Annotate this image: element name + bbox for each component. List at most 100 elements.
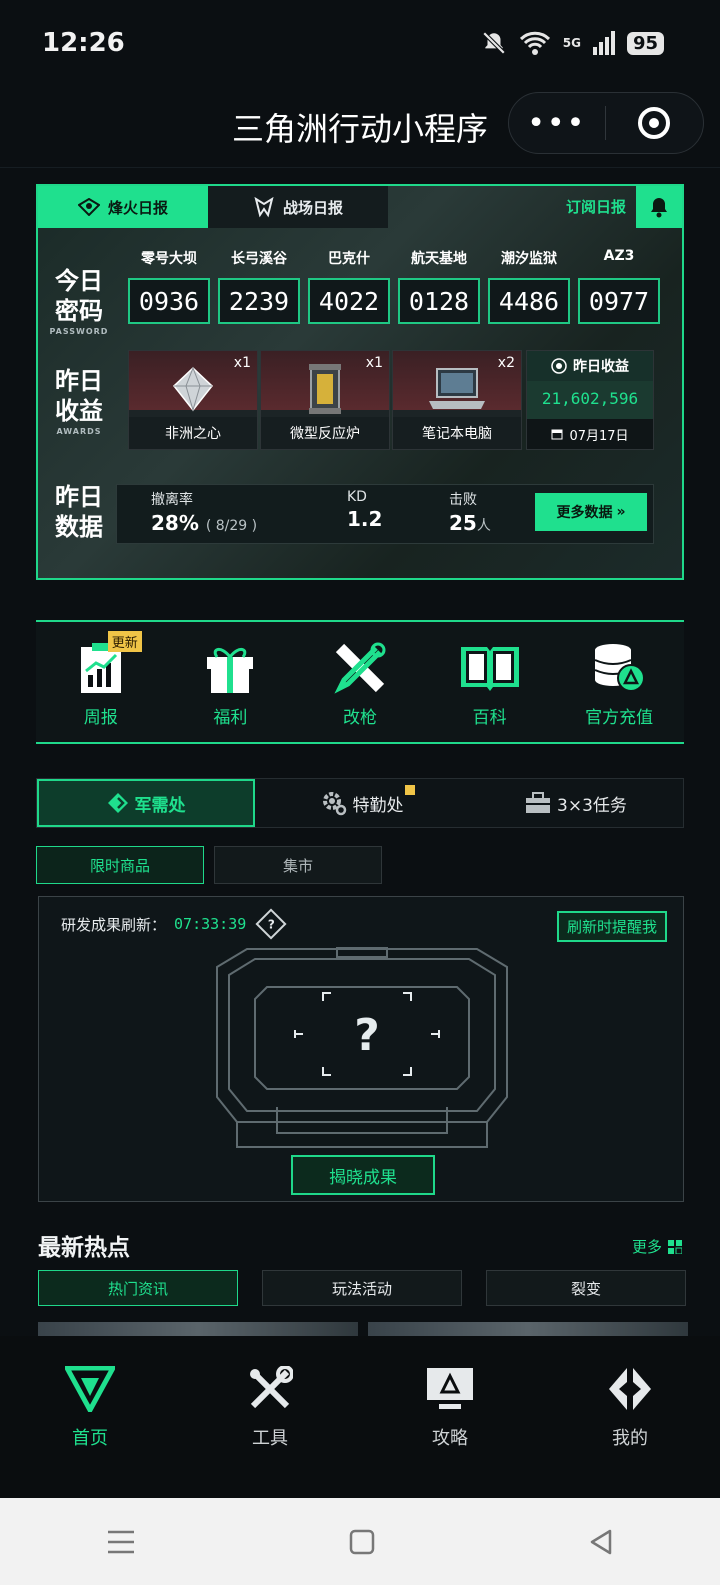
nav-home[interactable]: 首页 <box>0 1336 180 1498</box>
tab-market[interactable]: 集市 <box>214 846 382 884</box>
map-name: AZ3 <box>603 248 635 264</box>
grid-icon <box>668 1239 682 1254</box>
tab-hot-news[interactable]: 热门资讯 <box>38 1270 238 1306</box>
tab-quartermaster[interactable]: 军需处 <box>37 779 255 827</box>
tab-battlefield-report-label: 战场日报 <box>282 198 343 217</box>
quick-gun-mod[interactable]: 改枪 <box>305 637 415 728</box>
bell-button[interactable] <box>636 186 682 228</box>
monitor-icon <box>427 1368 473 1409</box>
extract-rate-value: 28% <box>151 511 199 535</box>
nav-tools[interactable]: 工具 <box>180 1336 360 1498</box>
tab-3x3-mission-label: 3×3任务 <box>557 795 627 816</box>
tab-3x3-mission[interactable]: 3×3任务 <box>469 779 683 827</box>
target-icon <box>638 107 671 139</box>
quick-menu: 周报 更新 福利 改枪 百科 官方充值 <box>36 620 684 744</box>
map-code: 0128 <box>398 278 480 324</box>
quick-wiki[interactable]: 百科 <box>435 637 545 728</box>
calendar-icon <box>551 429 563 440</box>
svg-text:?: ? <box>354 1010 380 1061</box>
remind-me-button[interactable]: 刷新时提醒我 <box>556 911 667 942</box>
research-refresh-label: 研发成果刷新： <box>61 915 167 934</box>
status-icons: 5G 95 <box>481 30 664 56</box>
more-button[interactable]: ••• <box>509 106 605 141</box>
status-bar: 12:26 5G 95 <box>0 0 720 88</box>
update-badge: 更新 <box>107 630 142 652</box>
kill-unit: 人 <box>476 518 491 534</box>
hot-more-label: 更多 <box>631 1238 662 1256</box>
notification-dot <box>405 785 415 795</box>
home-square-icon[interactable] <box>349 1529 375 1555</box>
tab-fire-report-label: 烽火日报 <box>107 198 168 217</box>
password-title-1: 今日 <box>55 267 103 295</box>
map-name: 巴克什 <box>328 251 370 267</box>
close-button[interactable] <box>606 107 704 139</box>
help-icon[interactable]: ? <box>255 908 287 940</box>
reveal-result-button[interactable]: 揭晓成果 <box>291 1155 435 1195</box>
subscribe-report-link[interactable]: 订阅日报 <box>566 196 626 217</box>
map-code: 0977 <box>578 278 660 324</box>
quick-welfare[interactable]: 福利 <box>175 637 285 728</box>
quick-gun-mod-label: 改枪 <box>342 707 377 728</box>
tab-fission[interactable]: 裂变 <box>486 1270 686 1306</box>
tab-special-ops-label: 特勤处 <box>352 795 404 816</box>
income-date: 07月17日 <box>569 428 629 444</box>
bell-icon <box>651 198 667 218</box>
quick-weekly-report[interactable]: 周报 更新 <box>46 630 156 728</box>
kill-label: 击败 <box>449 492 477 508</box>
income-date-row: 07月17日 <box>527 419 653 449</box>
yesterday-stats: 撤离率 28% ( 8/29 ) KD 1.2 击败 25人 更多数据 » <box>116 484 654 544</box>
laptop-icon <box>393 361 521 417</box>
research-panel: 研发成果刷新： 07:33:39 ? 刷新时提醒我 ? 揭晓成果 <box>38 896 684 1202</box>
system-navigation-bar <box>0 1498 720 1585</box>
award-name: 笔记本电脑 <box>393 417 521 449</box>
map-code-item[interactable]: 巴克什 4022 <box>308 248 390 324</box>
map-code-item[interactable]: 航天基地 0128 <box>398 248 480 324</box>
capsule-menu: ••• <box>508 92 704 154</box>
map-code: 4022 <box>308 278 390 324</box>
map-code: 0936 <box>128 278 210 324</box>
back-icon[interactable] <box>588 1529 614 1555</box>
map-name: 零号大坝 <box>141 251 197 267</box>
map-code-item[interactable]: 潮汐监狱 4486 <box>488 248 570 324</box>
data-title-1: 昨日 <box>55 483 103 511</box>
extract-rate-label: 撤离率 <box>151 492 193 508</box>
wifi-icon <box>519 31 550 55</box>
kill-value: 25 <box>449 511 477 535</box>
awards-sub: AWARDS <box>56 427 102 436</box>
tab-special-ops[interactable]: 特勤处 <box>255 779 469 827</box>
award-name: 非洲之心 <box>129 417 257 449</box>
map-code-item[interactable]: 长弓溪谷 2239 <box>218 248 300 324</box>
kd-stat: KD 1.2 <box>347 489 382 531</box>
password-title-2: 密码 <box>55 297 103 325</box>
map-name: 长弓溪谷 <box>231 251 287 267</box>
gear-icon <box>322 792 346 816</box>
battlefield-icon <box>254 196 274 218</box>
awards-section-label: 昨日 收益 AWARDS <box>48 366 110 438</box>
map-code: 4486 <box>488 278 570 324</box>
tab-limited-goods[interactable]: 限时商品 <box>36 846 204 884</box>
nav-guides[interactable]: 攻略 <box>360 1336 540 1498</box>
hot-more-link[interactable]: 更多 <box>632 1236 682 1257</box>
market-sub-tabs: 限时商品 集市 <box>36 846 382 884</box>
kd-label: KD <box>347 489 367 505</box>
home-logo-icon <box>62 1365 118 1416</box>
battery-indicator: 95 <box>626 31 664 55</box>
menu-icon[interactable] <box>106 1529 136 1555</box>
tab-gameplay-events[interactable]: 玩法活动 <box>262 1270 462 1306</box>
award-item[interactable]: x1 非洲之心 <box>128 350 258 450</box>
quick-official-topup[interactable]: 官方充值 <box>564 637 674 728</box>
nav-profile[interactable]: 我的 <box>540 1336 720 1498</box>
extract-rate-detail: ( 8/29 ) <box>205 518 258 534</box>
gift-icon <box>175 637 285 699</box>
map-code-item[interactable]: AZ3 0977 <box>578 248 660 324</box>
more-data-button[interactable]: 更多数据 » <box>535 493 647 531</box>
mystery-crate-icon: ? <box>216 947 508 1148</box>
kd-value: 1.2 <box>347 507 383 531</box>
award-item[interactable]: x2 笔记本电脑 <box>392 350 522 450</box>
map-code-item[interactable]: 零号大坝 0936 <box>128 248 210 324</box>
quick-wiki-label: 百科 <box>472 707 507 728</box>
tab-battlefield-report[interactable]: 战场日报 <box>208 186 388 228</box>
tab-fire-report[interactable]: 烽火日报 <box>38 186 208 228</box>
tab-quartermaster-label: 军需处 <box>134 795 186 816</box>
award-item[interactable]: x1 微型反应炉 <box>260 350 390 450</box>
